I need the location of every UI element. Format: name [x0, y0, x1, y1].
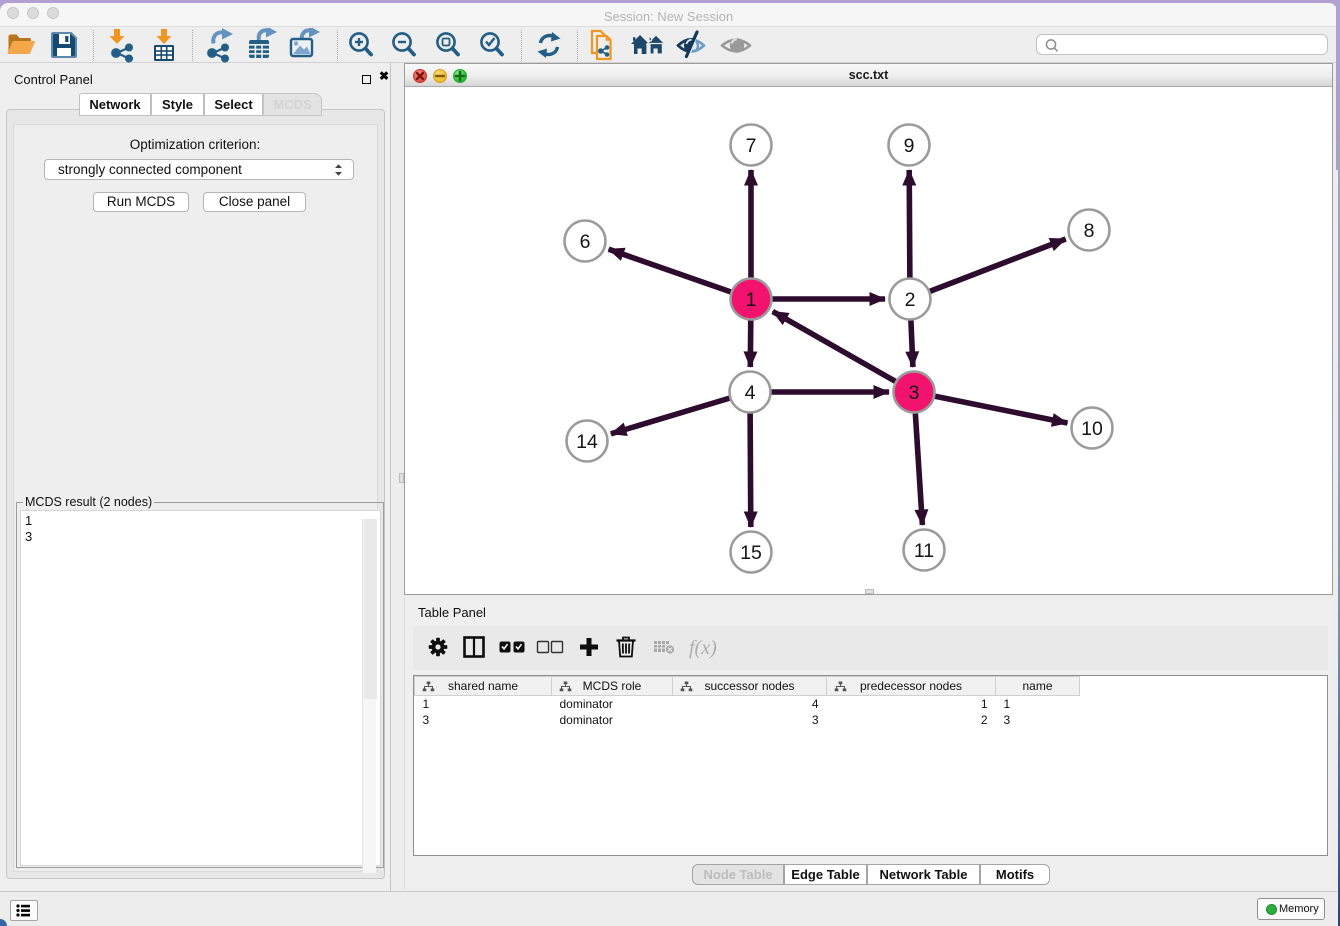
svg-text:7: 7 [746, 135, 757, 157]
svg-text:f(x): f(x) [689, 637, 717, 659]
svg-text:11: 11 [914, 540, 934, 562]
svg-text:14: 14 [576, 431, 598, 453]
svg-text:4: 4 [745, 382, 756, 404]
svg-text:6: 6 [580, 231, 591, 253]
svg-text:1: 1 [746, 289, 757, 311]
svg-text:10: 10 [1081, 418, 1103, 440]
svg-text:15: 15 [740, 542, 762, 564]
svg-text:8: 8 [1084, 220, 1095, 242]
svg-text:2: 2 [905, 289, 916, 311]
svg-text:3: 3 [909, 382, 920, 404]
svg-text:9: 9 [904, 135, 915, 157]
